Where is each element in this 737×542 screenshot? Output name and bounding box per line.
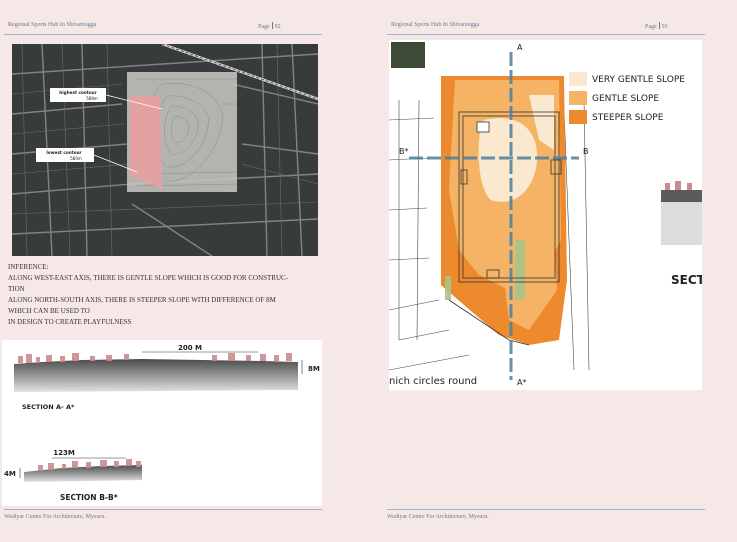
header-rule bbox=[387, 34, 705, 35]
section-fragment: SECT bbox=[671, 273, 702, 287]
inference-line: IN DESIGN TO CREATE PLAYFULNESS bbox=[8, 318, 132, 326]
section-bb-width: 123M bbox=[53, 449, 75, 457]
caption-fragment: nich circles round bbox=[389, 376, 477, 387]
axis-b-label: B bbox=[583, 147, 589, 156]
axis-a-label: A bbox=[517, 43, 523, 52]
page-label: Page bbox=[258, 24, 270, 30]
aerial-contour-map: highest contour 588m lowest contour 580m bbox=[12, 44, 318, 256]
inference-line: ALONG NORTH-SOUTH AXIS, THERE IS STEEPER… bbox=[8, 296, 276, 304]
axis-a-star-label: A* bbox=[517, 378, 526, 387]
page-label: Page bbox=[645, 24, 657, 30]
section-aa-drawing: 200 M 8M SECTION A- A* bbox=[14, 344, 320, 411]
left-page-number: Page 92 bbox=[258, 22, 281, 30]
inference-line: ALONG WEST-EAST AXIS, THERE IS GENTLE SL… bbox=[8, 274, 289, 282]
legend-swatch-very-gentle bbox=[569, 72, 587, 86]
legend-gentle: GENTLE SLOPE bbox=[592, 94, 659, 104]
section-aa-width: 200 M bbox=[178, 344, 202, 352]
inference-text: INFERENCE: ALONG WEST-EAST AXIS, THERE I… bbox=[8, 262, 328, 328]
lowest-contour-label: lowest contour bbox=[46, 150, 82, 155]
site-sections: 200 M 8M SECTION A- A* 123M 4M SECTION B… bbox=[2, 340, 322, 506]
inference-line: TION bbox=[8, 285, 25, 293]
right-footer: Wadiyar Centre For Architecture, Mysuru. bbox=[387, 514, 489, 520]
highest-contour-label: highest contour bbox=[59, 90, 97, 95]
footer-rule bbox=[4, 509, 322, 510]
header-rule bbox=[4, 34, 322, 35]
left-page: Regional Sports Hub In Shivamogga Page 92 bbox=[0, 0, 368, 542]
section-aa-title: SECTION A- A* bbox=[22, 403, 75, 411]
inference-line: WHICH CAN BE USED TO bbox=[8, 307, 90, 315]
section-bb-title: SECTION B-B* bbox=[60, 493, 118, 502]
page-number-value: 92 bbox=[274, 24, 281, 30]
footer-rule bbox=[387, 509, 705, 510]
right-page: Regional Sports Hub In Shivamogga Page 93 bbox=[369, 0, 737, 542]
left-header-title: Regional Sports Hub In Shivamogga bbox=[8, 22, 97, 28]
lowest-contour-value: 580m bbox=[70, 156, 82, 161]
slope-analysis-map: A A* B B* VERY GENTLE SLOPE GENTLE SLOPE… bbox=[389, 40, 702, 390]
right-page-number: Page 93 bbox=[645, 22, 668, 30]
highest-contour-value: 588m bbox=[86, 96, 98, 101]
legend-swatch-gentle bbox=[569, 91, 587, 105]
page-number-value: 93 bbox=[661, 24, 668, 30]
legend-swatch-steeper bbox=[569, 110, 587, 124]
section-bb-height: 4M bbox=[4, 470, 16, 478]
right-header-title: Regional Sports Hub In Shivamogga bbox=[391, 22, 480, 28]
legend-very-gentle: VERY GENTLE SLOPE bbox=[592, 75, 685, 85]
left-footer: Wadiyar Centre For Architecture, Mysuru. bbox=[4, 514, 106, 520]
axis-b-star-label: B* bbox=[399, 147, 409, 156]
legend-steeper: STEEPER SLOPE bbox=[592, 113, 664, 123]
section-aa-height: 8M bbox=[308, 365, 320, 373]
inference-title: INFERENCE: bbox=[8, 263, 49, 271]
section-bb-drawing: 123M 4M SECTION B-B* bbox=[4, 449, 142, 502]
